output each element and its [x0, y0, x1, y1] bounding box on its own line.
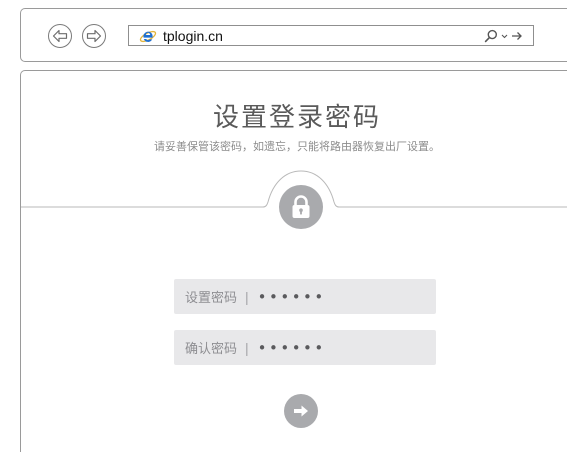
password-value[interactable]: •••••• — [258, 288, 326, 306]
lock-badge — [279, 185, 323, 229]
address-bar[interactable]: tplogin.cn — [128, 25, 534, 46]
password-field-label: 设置密码 — [185, 291, 238, 306]
confirm-password-field-label: 确认密码 — [185, 342, 238, 357]
page-title: 设置登录密码 — [212, 103, 381, 133]
browser-toolbar: tplogin.cn — [20, 8, 567, 62]
back-arrow-icon — [52, 29, 68, 43]
forward-button[interactable] — [82, 24, 106, 48]
url-text: tplogin.cn — [163, 28, 223, 44]
field-separator: | — [245, 288, 249, 305]
address-actions — [484, 28, 523, 44]
screen: tplogin.cn 设置登录密码 请妥善保管该密码，如遗忘，只能将路由器恢复出… — [0, 0, 567, 452]
forward-arrow-icon — [86, 29, 102, 43]
confirm-password-field[interactable]: 确认密码 | •••••• — [174, 330, 436, 365]
field-separator: | — [245, 339, 249, 356]
go-arrow-icon[interactable] — [511, 31, 523, 41]
back-button[interactable] — [48, 24, 72, 48]
arrow-right-icon — [294, 405, 308, 417]
search-icon[interactable] — [484, 29, 498, 43]
login-setup-panel: 设置登录密码 请妥善保管该密码，如遗忘，只能将路由器恢复出厂设置。 设置密码 |… — [20, 70, 567, 452]
page-subtitle: 请妥善保管该密码，如遗忘，只能将路由器恢复出厂设置。 — [154, 140, 440, 153]
submit-button[interactable] — [284, 394, 318, 428]
ie-icon — [139, 30, 157, 43]
chevron-down-icon[interactable] — [501, 32, 508, 40]
confirm-password-value[interactable]: •••••• — [258, 339, 326, 357]
password-field[interactable]: 设置密码 | •••••• — [174, 279, 436, 314]
lock-icon — [292, 195, 310, 218]
